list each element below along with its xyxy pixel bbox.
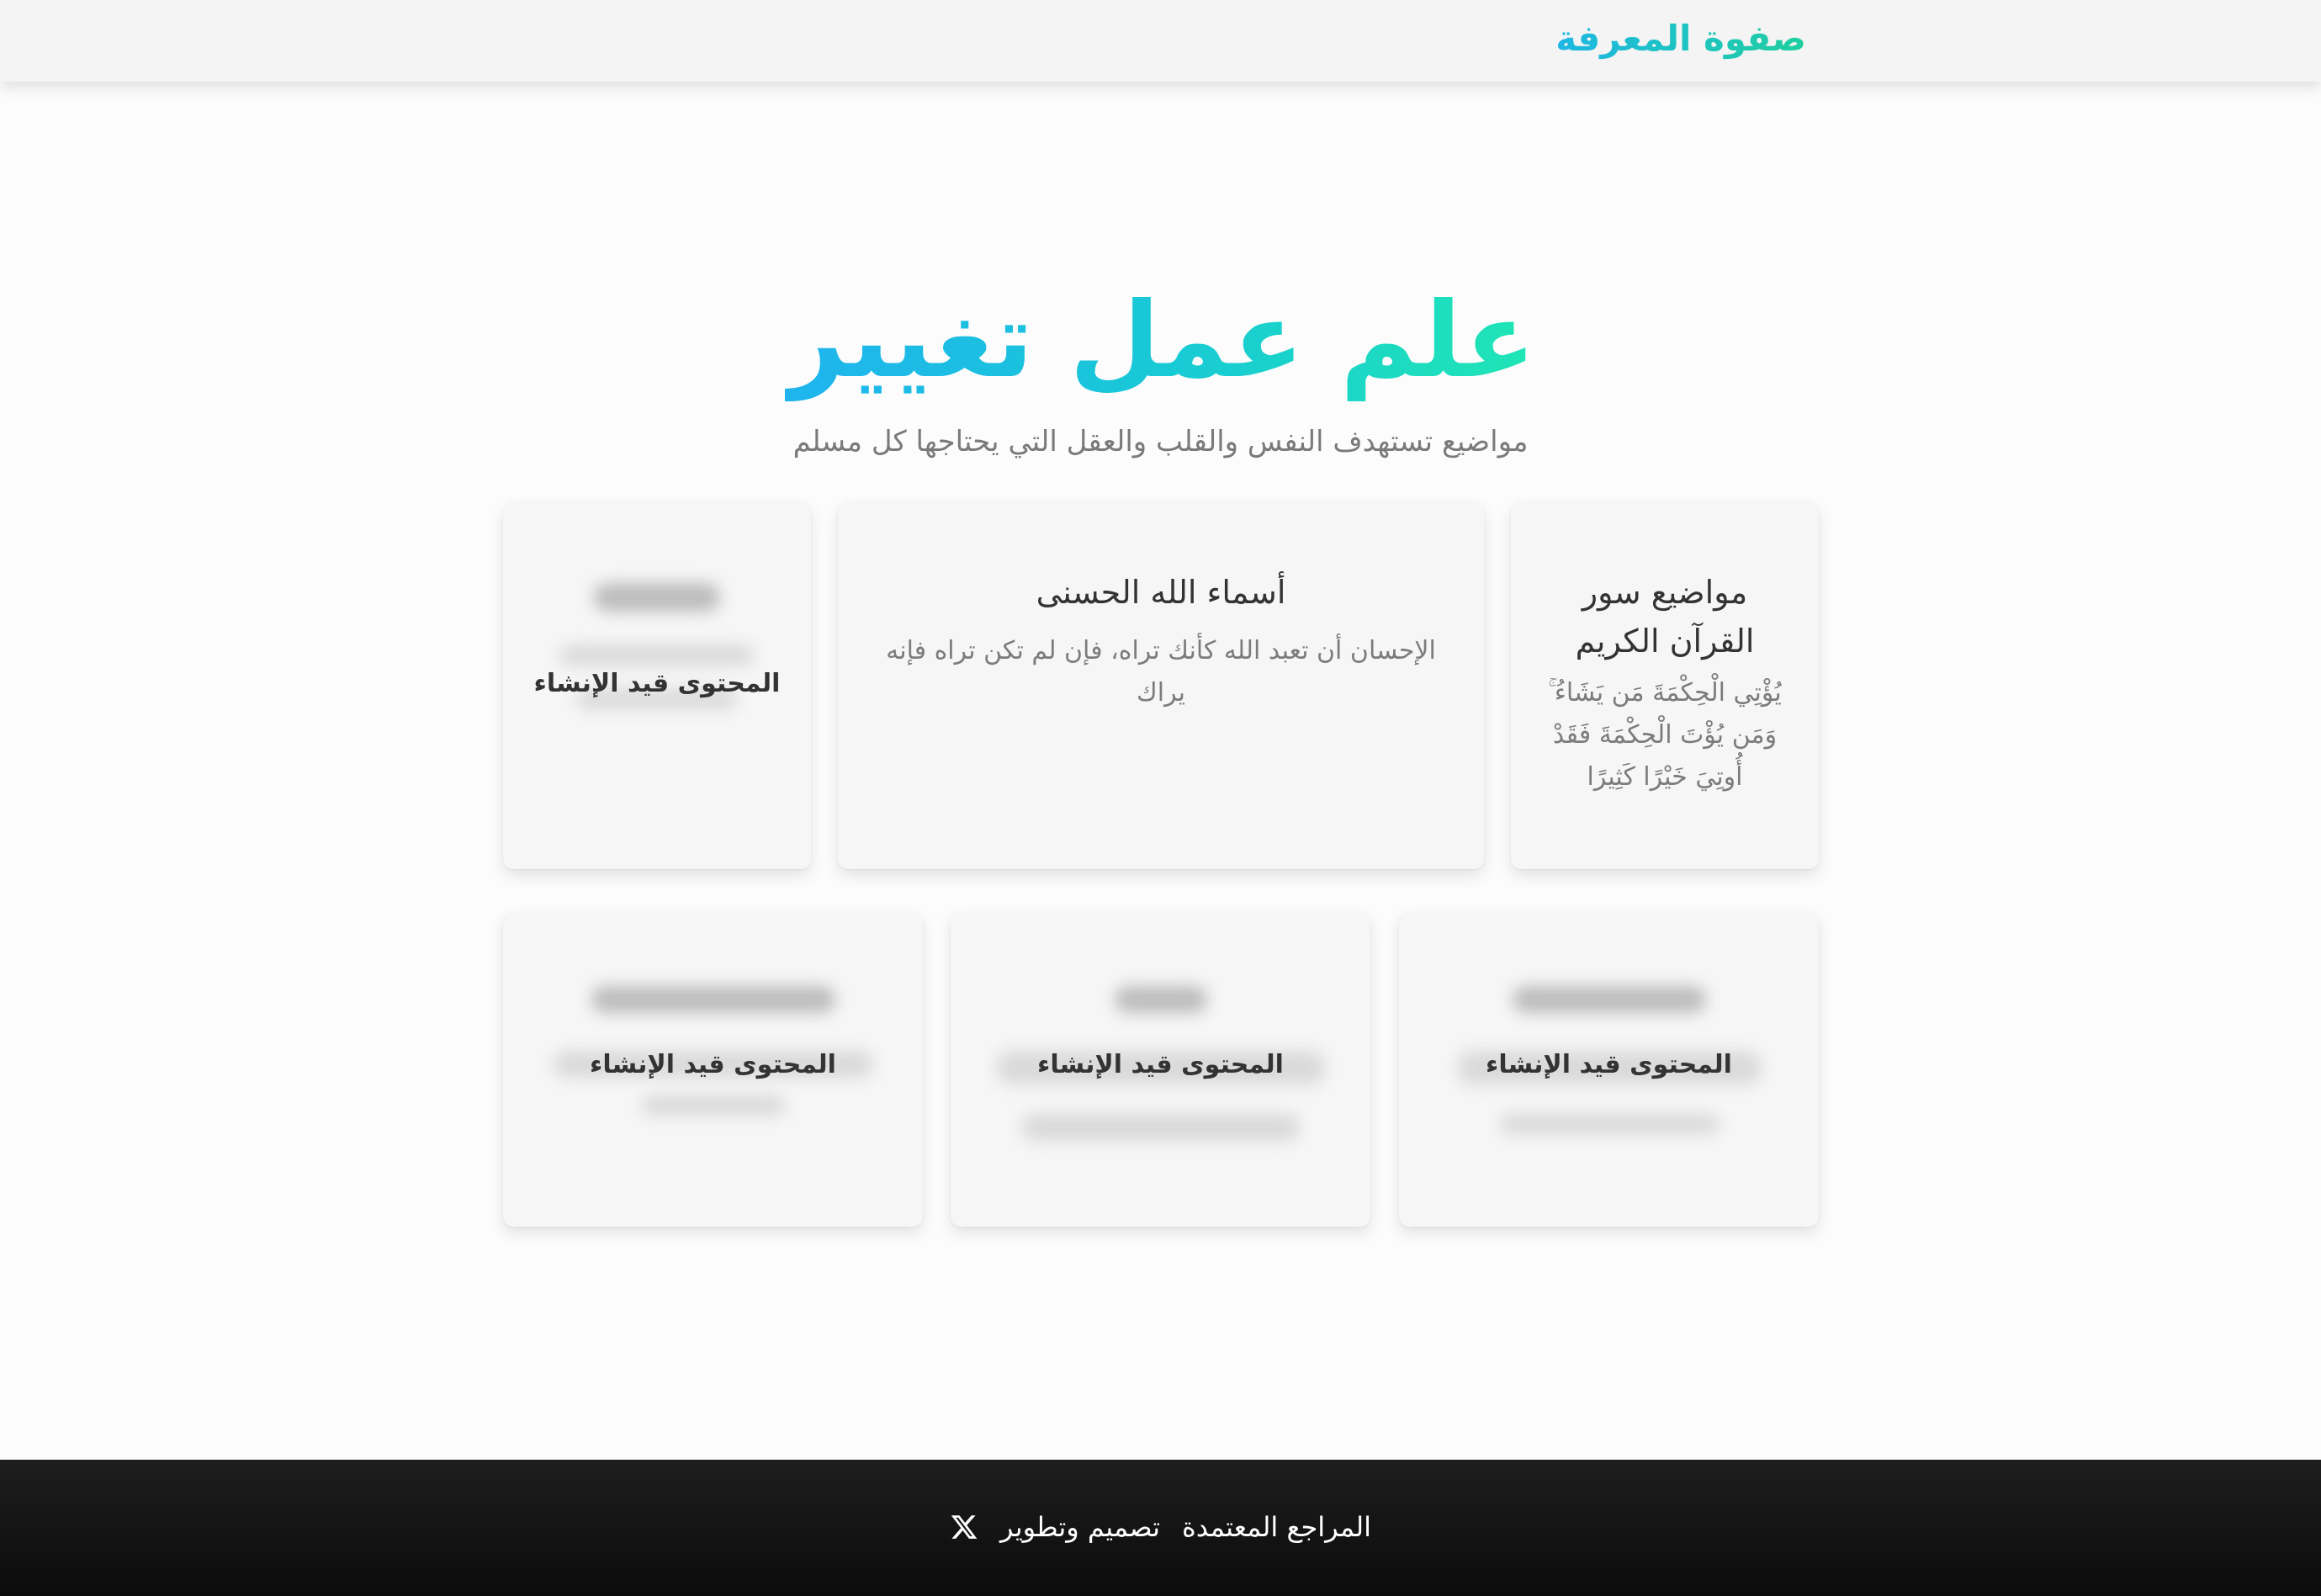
hero-title-text: علم عمل تغيير	[785, 280, 1536, 401]
footer-link-references[interactable]: المراجع المعتمدة	[1182, 1502, 1371, 1552]
footer-links: المراجع المعتمدة تصميم وتطوير	[0, 1502, 2321, 1552]
card-text: يُؤْتِي الْحِكْمَةَ مَن يَشَاءُ ۚ وَمَن …	[1548, 678, 1782, 792]
status-label: المحتوى قيد الإنشاء	[1486, 1050, 1732, 1079]
card-placeholder: المحتوى قيد الإنشاء	[1399, 912, 1819, 1227]
page: صفوة المعرفة علم عمل تغيير مواضيع تستهدف…	[0, 0, 2321, 1596]
card-text: الإحسان أن تعبد الله كأنك تراه، فإن لم ت…	[886, 636, 1436, 708]
card-placeholder: المحتوى قيد الإنشاء	[951, 912, 1370, 1227]
footer: المراجع المعتمدة تصميم وتطوير	[0, 1460, 2321, 1596]
x-logo-icon[interactable]	[950, 1513, 978, 1541]
card-placeholder: المحتوى قيد الإنشاء	[503, 502, 811, 869]
hero-title: علم عمل تغيير	[0, 278, 2321, 404]
card-title: مواضيع سور القرآن الكريم	[1575, 574, 1755, 660]
footer-link-design-dev[interactable]: تصميم وتطوير	[1000, 1502, 1160, 1552]
brand-logo-link[interactable]: صفوة المعرفة	[1555, 15, 1806, 62]
status-label: المحتوى قيد الإنشاء	[1037, 1050, 1284, 1079]
card-placeholder: المحتوى قيد الإنشاء	[503, 912, 923, 1227]
status-label: المحتوى قيد الإنشاء	[533, 669, 781, 698]
card-quran-topics[interactable]: مواضيع سور القرآن الكريم يُؤْتِي الْحِكْ…	[1511, 502, 1819, 869]
card-names-of-allah[interactable]: أسماء الله الحسنى الإحسان أن تعبد الله ك…	[838, 502, 1484, 869]
hero-subtitle: مواضيع تستهدف النفس والقلب والعقل التي ي…	[792, 425, 1529, 459]
status-label: المحتوى قيد الإنشاء	[590, 1050, 836, 1079]
card-title: أسماء الله الحسنى	[1036, 574, 1286, 611]
top-navbar: صفوة المعرفة	[0, 0, 2321, 82]
